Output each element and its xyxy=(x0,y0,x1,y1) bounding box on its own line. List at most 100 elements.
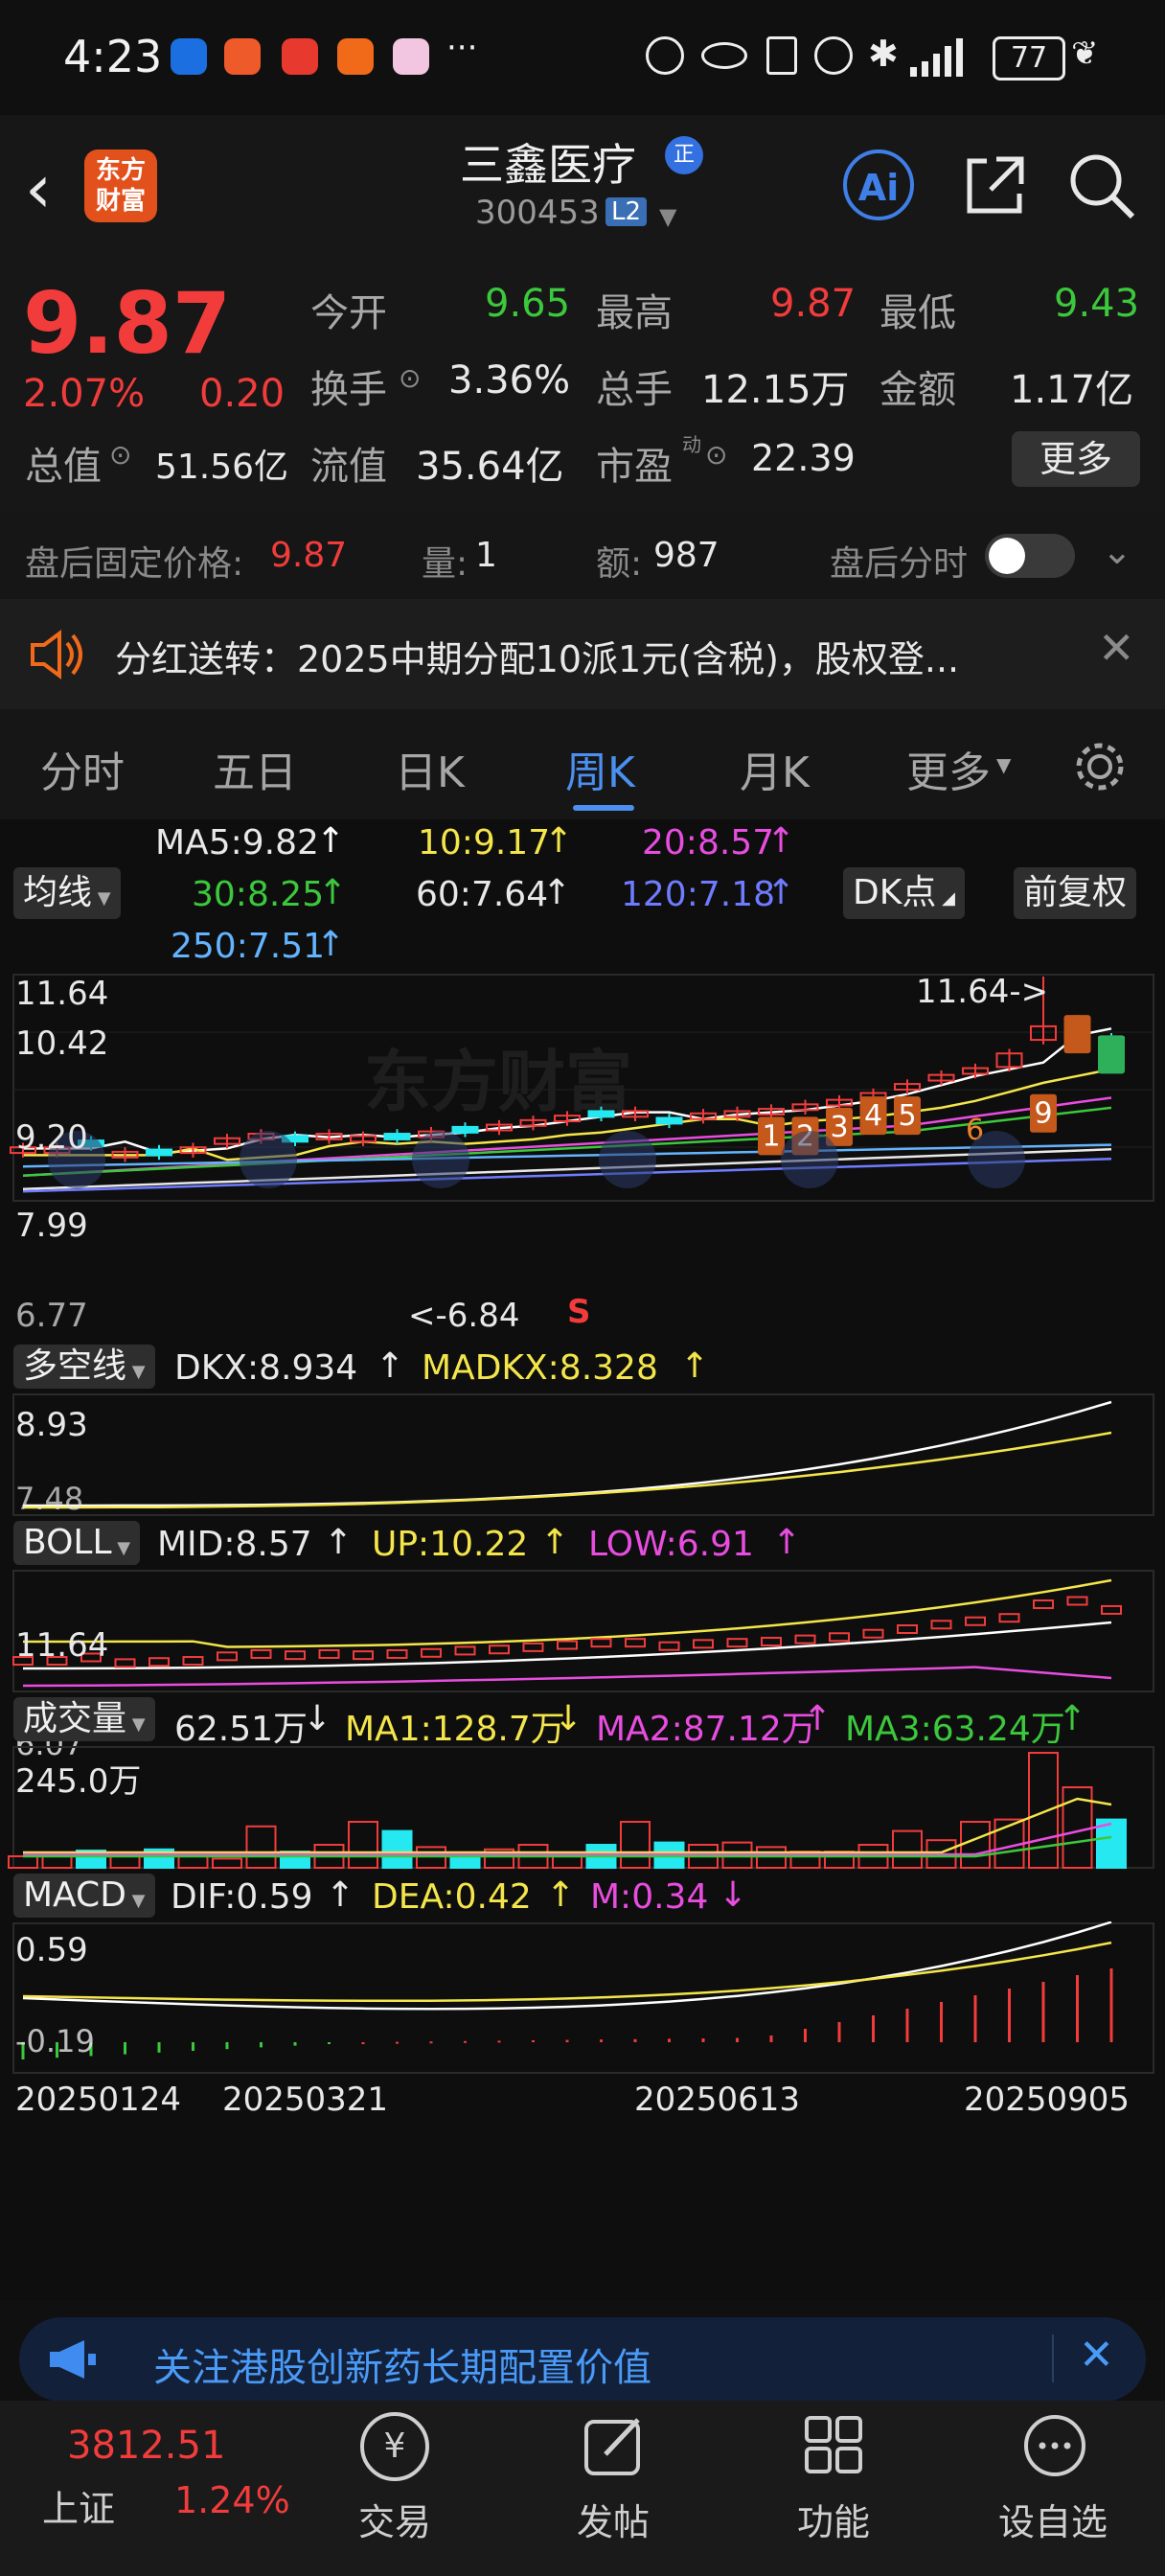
arrow-up-icon: ↑ xyxy=(316,821,346,861)
chevron-down-icon[interactable]: ▼ xyxy=(659,203,676,230)
fullscreen-icon[interactable] xyxy=(968,1131,1025,1188)
amount-value: 1.17亿 xyxy=(1010,368,1134,412)
bottom-navigation: 3812.51 上证 1.24% ¥ 交易 发帖 功能 设自选 xyxy=(0,2401,1165,2576)
macd-bar xyxy=(1041,1982,1045,2042)
kline-chart-area[interactable]: MA5:9.82 ↑ 10:9.17 ↑ 20:8.57 ↑ 均线 ▼ 30:8… xyxy=(0,819,1165,2300)
tab-intraday[interactable]: 分时 xyxy=(40,738,125,799)
tab-daily-k[interactable]: 日K xyxy=(395,738,465,799)
after-hours-toggle[interactable] xyxy=(985,534,1075,578)
arrow-up-icon: ↑ xyxy=(1058,1699,1087,1738)
boll-y-label: 11.64 xyxy=(15,1626,109,1665)
boll-candle xyxy=(794,1634,816,1644)
td-count-label: 4 xyxy=(864,1099,882,1133)
arrow-up-icon: ↑ xyxy=(324,1523,354,1562)
back-icon[interactable]: ‹ xyxy=(25,150,52,228)
trade-icon[interactable]: ¥ xyxy=(360,2412,429,2481)
settings-gear-icon[interactable] xyxy=(1071,738,1129,795)
macd-chart[interactable] xyxy=(0,1921,1165,2075)
close-icon[interactable]: ✕ xyxy=(1098,622,1135,674)
boll-candle xyxy=(897,1624,918,1634)
boll-candle xyxy=(386,1648,408,1659)
info-icon[interactable]: ⊙ xyxy=(399,362,421,394)
max-price-marker: 11.64-> xyxy=(916,973,1049,1011)
scroll-prev-icon[interactable] xyxy=(599,1131,656,1188)
tab-weekly-k[interactable]: 周K xyxy=(565,738,635,799)
dkx-chart[interactable] xyxy=(0,1392,1165,1517)
change-amount: 0.20 xyxy=(199,372,286,416)
dkx-y-label: 8.93 xyxy=(15,1406,88,1444)
chevron-down-icon: ▼ xyxy=(126,1714,146,1735)
macd-selector[interactable]: MACD ▼ xyxy=(13,1874,155,1918)
level2-badge[interactable]: L2 xyxy=(605,197,648,226)
post-icon[interactable] xyxy=(581,2412,648,2479)
promo-banner[interactable]: 关注港股创新药长期配置价值 ✕ xyxy=(19,2317,1146,2402)
dividend-notice[interactable]: 分红送转：2025中期分配10派1元(含税)，股权登... ✕ xyxy=(0,599,1165,709)
boll-candle xyxy=(930,1620,952,1630)
chevron-down-icon[interactable]: ▼ xyxy=(996,753,1011,776)
td-count-label: 1 xyxy=(762,1119,780,1153)
index-value[interactable]: 3812.51 xyxy=(67,2424,225,2468)
nav-add-watchlist[interactable]: 设自选 xyxy=(998,2493,1108,2545)
adjust-button[interactable]: 前复权 xyxy=(1014,867,1137,919)
dkx-selector[interactable]: 多空线 ▼ xyxy=(13,1345,155,1389)
functions-icon[interactable] xyxy=(801,2412,868,2479)
app-notification-icon xyxy=(282,38,318,75)
scroll-next-icon[interactable] xyxy=(781,1131,838,1188)
ma-selector[interactable]: 均线 ▼ xyxy=(13,867,121,919)
more-quote-button[interactable]: 更多 xyxy=(1012,431,1140,487)
close-icon[interactable]: ✕ xyxy=(1079,2331,1114,2380)
watchlist-icon[interactable] xyxy=(1021,2412,1088,2479)
zoom-in-icon[interactable] xyxy=(412,1131,469,1188)
pe-label: 市盈 xyxy=(596,445,673,489)
info-icon[interactable]: ⊙ xyxy=(705,439,727,471)
macd-bar xyxy=(668,2038,671,2042)
nav-post[interactable]: 发帖 xyxy=(577,2493,650,2545)
volume-selector[interactable]: 成交量 ▼ xyxy=(13,1697,155,1741)
stock-header: ‹ 东方 财富 三鑫医疗 正 300453 L2 ▼ Ai xyxy=(0,115,1165,259)
boll-candle xyxy=(217,1651,238,1662)
volume-label: 总手 xyxy=(596,368,673,412)
volume-ma1-line xyxy=(23,1797,1112,1854)
dk-point-button[interactable]: DK点 ◢ xyxy=(843,867,965,919)
stock-code[interactable]: 300453 xyxy=(475,194,600,232)
chevron-down-icon[interactable]: ⌄ xyxy=(1102,530,1132,572)
chevron-down-icon: ▼ xyxy=(126,1891,146,1911)
info-icon[interactable]: ⊙ xyxy=(109,439,131,471)
volume-bar xyxy=(892,1829,923,1869)
eye-icon xyxy=(701,42,747,69)
arrow-up-icon: ↑ xyxy=(772,1523,802,1562)
nav-trade[interactable]: 交易 xyxy=(358,2493,431,2545)
boll-candle xyxy=(726,1638,748,1648)
ma10-value: 10:9.17 xyxy=(418,823,551,862)
pe-value: 22.39 xyxy=(751,437,856,479)
ai-assistant-button[interactable]: Ai xyxy=(843,150,914,220)
nav-functions[interactable]: 功能 xyxy=(797,2493,870,2545)
boll-selector[interactable]: BOLL ▼ xyxy=(13,1521,141,1565)
volume-ma2-value: MA2:87.12万 xyxy=(596,1710,816,1749)
macd-bar xyxy=(565,2039,569,2042)
boll-chart[interactable] xyxy=(0,1569,1165,1693)
index-name[interactable]: 上证 xyxy=(42,2479,115,2532)
stock-name[interactable]: 三鑫医疗 xyxy=(460,130,636,194)
dkx-y-label: 7.48 xyxy=(15,1481,84,1517)
low-label: 最低 xyxy=(879,291,956,335)
index-percent[interactable]: 1.24% xyxy=(174,2479,290,2521)
macd-bar xyxy=(600,2039,603,2042)
scroll-left-icon[interactable] xyxy=(240,1131,297,1188)
boll-candle xyxy=(148,1657,170,1668)
macd-dea-line xyxy=(22,1941,1112,2003)
tab-monthly-k[interactable]: 月K xyxy=(740,738,810,799)
share-icon[interactable] xyxy=(962,151,1029,218)
volume-chart[interactable] xyxy=(0,1745,1165,1870)
boll-candle xyxy=(625,1638,646,1648)
date-label: 20250124 xyxy=(15,2081,182,2119)
app-logo[interactable]: 东方 财富 xyxy=(84,150,157,222)
app-notification-icon xyxy=(337,38,374,75)
float-value: 35.64亿 xyxy=(416,445,564,489)
high-label: 最高 xyxy=(596,291,673,335)
search-icon[interactable] xyxy=(1067,151,1138,222)
watermark: 东方财富 xyxy=(364,1045,632,1119)
tab-five-day[interactable]: 五日 xyxy=(213,738,297,799)
macd-m-value: M:0.34 xyxy=(590,1877,709,1917)
tab-more[interactable]: 更多 xyxy=(906,738,991,799)
